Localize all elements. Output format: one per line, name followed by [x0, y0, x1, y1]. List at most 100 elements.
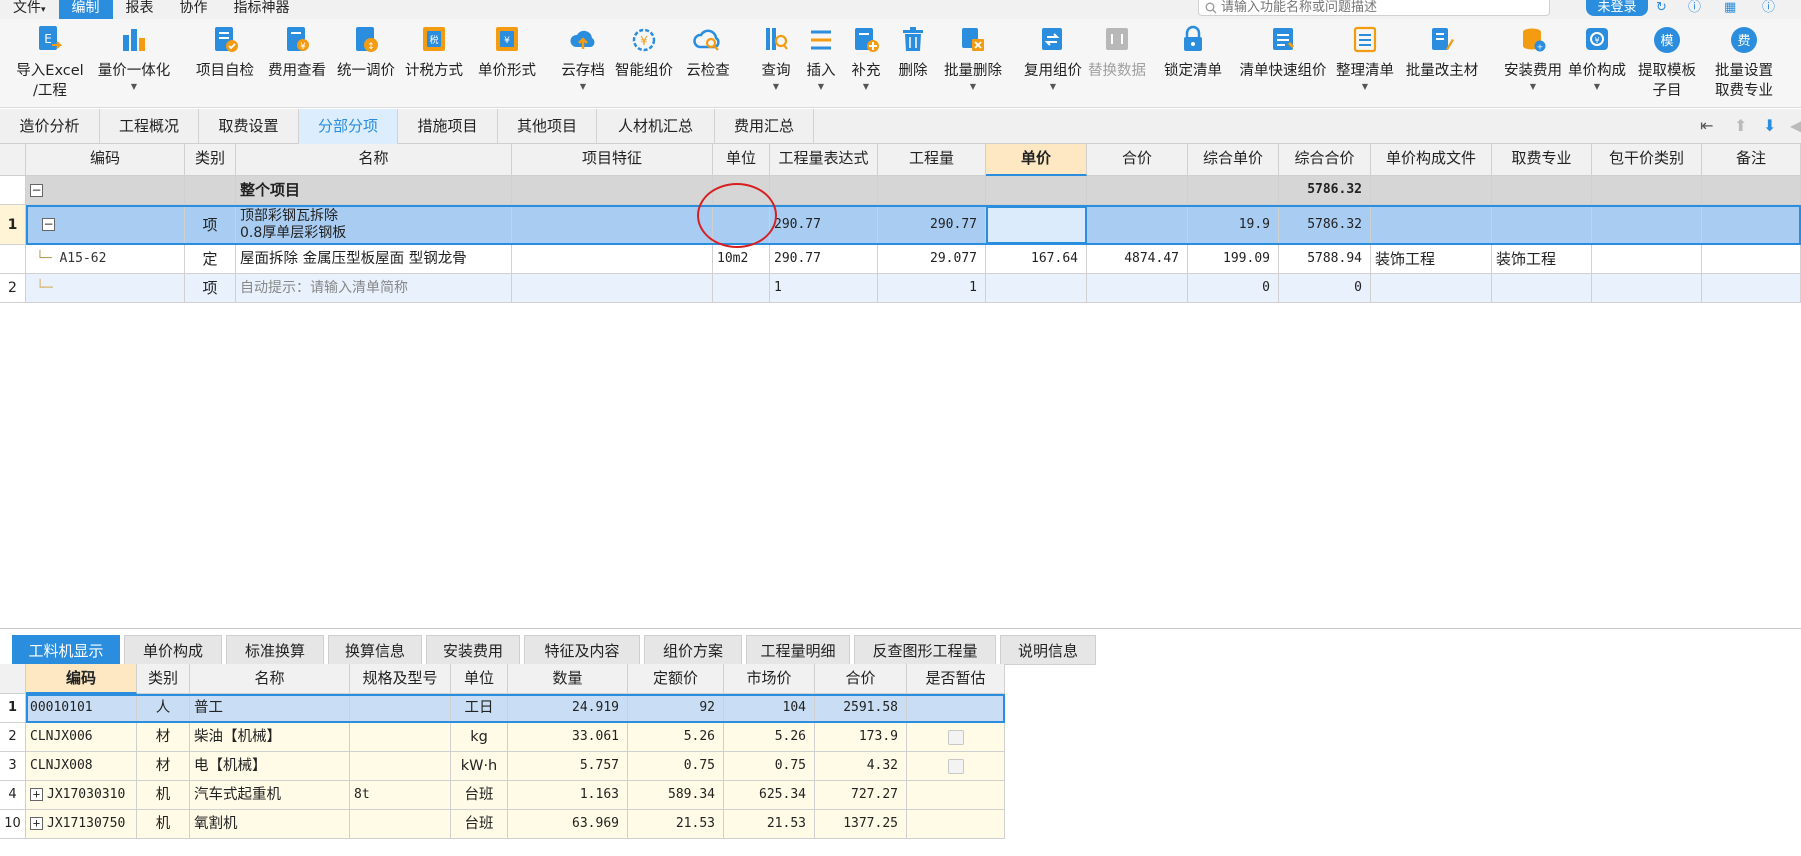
- row-expander[interactable]: −: [26, 205, 185, 245]
- lock-list-button[interactable]: 锁定清单: [1160, 25, 1226, 81]
- header-package-type[interactable]: 包干价类别: [1592, 144, 1702, 176]
- resource-total[interactable]: 173.9: [815, 723, 907, 752]
- resource-name[interactable]: 普工: [190, 694, 350, 723]
- resource-code[interactable]: + JX17030310: [26, 781, 137, 810]
- row-expression[interactable]: 1: [770, 274, 878, 303]
- resource-total[interactable]: 4.32: [815, 752, 907, 781]
- resource-name[interactable]: 柴油【机械】: [190, 723, 350, 752]
- header-quantity[interactable]: 工程量: [878, 144, 986, 176]
- cloud-check-button[interactable]: 云检查: [682, 25, 734, 81]
- row-price-file[interactable]: [1371, 205, 1492, 245]
- header-spec[interactable]: 规格及型号: [350, 664, 451, 694]
- tab-install-fee[interactable]: 安装费用: [426, 635, 520, 665]
- summary-expander[interactable]: −: [26, 176, 185, 205]
- row-package-type[interactable]: [1592, 205, 1702, 245]
- header-base-price[interactable]: 定额价: [628, 664, 724, 694]
- resource-qty[interactable]: 33.061: [508, 723, 628, 752]
- row-price-file[interactable]: [1371, 274, 1492, 303]
- table-row[interactable]: 2 └─ 项 自动提示：请输入清单简称 1 1 0 0: [0, 274, 1801, 303]
- organize-list-button[interactable]: 整理清单 ▼: [1332, 25, 1398, 91]
- tab-labor-material-summary[interactable]: 人材机汇总: [597, 109, 715, 144]
- resource-spec[interactable]: [350, 694, 451, 723]
- resource-name[interactable]: 氧割机: [190, 810, 350, 839]
- resource-total[interactable]: 2591.58: [815, 694, 907, 723]
- menu-edit[interactable]: 编制: [58, 0, 113, 19]
- extract-template-button[interactable]: 模 提取模板 子目: [1634, 25, 1700, 101]
- checkbox[interactable]: [947, 758, 964, 774]
- tab-measures[interactable]: 措施项目: [398, 109, 498, 144]
- resource-type[interactable]: 机: [137, 810, 190, 839]
- resource-provisional[interactable]: [907, 752, 1005, 781]
- header-price-file[interactable]: 单价构成文件: [1371, 144, 1492, 176]
- tab-cost-analysis[interactable]: 造价分析: [0, 109, 100, 144]
- header-code[interactable]: 编码: [26, 144, 185, 176]
- tab-standard-conversion[interactable]: 标准换算: [226, 635, 324, 665]
- row-unit-price[interactable]: 167.64: [986, 245, 1087, 274]
- row-unit[interactable]: [713, 205, 770, 245]
- tab-quantity-details[interactable]: 工程量明细: [746, 635, 850, 665]
- grid-apps-icon[interactable]: ▦: [1724, 1, 1736, 15]
- delete-button[interactable]: 删除: [893, 25, 933, 81]
- tab-features-content[interactable]: 特征及内容: [524, 635, 640, 665]
- expand-plus-icon[interactable]: +: [30, 788, 43, 801]
- resource-type[interactable]: 机: [137, 781, 190, 810]
- table-row[interactable]: 4 + JX17030310 机汽车式起重机 8t 台班 1.163 589.34 625.34…: [0, 781, 1005, 810]
- resource-base-price[interactable]: 92: [628, 694, 724, 723]
- resource-market-price[interactable]: 21.53: [724, 810, 815, 839]
- row-quantity[interactable]: 1: [878, 274, 986, 303]
- smart-price-button[interactable]: ¥ 智能组价: [612, 25, 676, 81]
- collapse-minus-icon[interactable]: −: [42, 217, 55, 231]
- resource-type[interactable]: 材: [137, 752, 190, 781]
- project-check-button[interactable]: 项目自检: [192, 25, 258, 81]
- header-qty[interactable]: 数量: [508, 664, 628, 694]
- row-price-file[interactable]: 装饰工程: [1371, 245, 1492, 274]
- menu-report[interactable]: 报表: [113, 0, 167, 19]
- resource-type[interactable]: 人: [137, 694, 190, 723]
- header-market-price[interactable]: 市场价: [724, 664, 815, 694]
- resource-base-price[interactable]: 5.26: [628, 723, 724, 752]
- row-code[interactable]: └─: [26, 274, 185, 303]
- header-name[interactable]: 名称: [190, 664, 350, 694]
- batch-main-material-button[interactable]: 批量改主材: [1402, 25, 1482, 81]
- header-unit[interactable]: 单位: [713, 144, 770, 176]
- tab-fee-summary[interactable]: 费用汇总: [715, 109, 814, 144]
- resource-provisional[interactable]: [907, 781, 1005, 810]
- header-expression[interactable]: 工程量表达式: [770, 144, 878, 176]
- header-unit[interactable]: 单位: [451, 664, 508, 694]
- row-package-type[interactable]: [1592, 245, 1702, 274]
- batch-delete-button[interactable]: 批量删除 ▼: [940, 25, 1006, 91]
- checkbox[interactable]: [947, 729, 964, 745]
- arrow-down-icon[interactable]: ⬇: [1763, 118, 1776, 134]
- row-fee-specialty[interactable]: [1492, 274, 1592, 303]
- row-note[interactable]: [1702, 205, 1801, 245]
- tax-method-button[interactable]: 税 计税方式: [401, 25, 467, 81]
- unified-adjust-button[interactable]: ↕ 统一调价: [334, 25, 398, 81]
- row-note[interactable]: [1702, 274, 1801, 303]
- row-code[interactable]: └─ A15-62: [26, 245, 185, 274]
- quantity-price-button[interactable]: 量价一体化 ▼: [94, 25, 174, 91]
- resource-unit[interactable]: 台班: [451, 781, 508, 810]
- tab-labor-material-display[interactable]: 工料机显示: [12, 635, 120, 665]
- row-unit[interactable]: [713, 274, 770, 303]
- resource-base-price[interactable]: 21.53: [628, 810, 724, 839]
- cloud-archive-button[interactable]: 云存档 ▼: [557, 25, 609, 91]
- resource-code[interactable]: CLNJX006: [26, 723, 137, 752]
- row-expression[interactable]: 290.77: [770, 205, 878, 245]
- install-fee-button[interactable]: + 安装费用 ▼: [1500, 25, 1566, 91]
- reuse-price-button[interactable]: 复用组价 ▼: [1020, 25, 1086, 91]
- import-excel-button[interactable]: E 导入Excel /工程: [16, 25, 84, 101]
- row-note[interactable]: [1702, 245, 1801, 274]
- resource-code[interactable]: 00010101: [26, 694, 137, 723]
- header-name[interactable]: 名称: [236, 144, 512, 176]
- row-feature[interactable]: [512, 274, 713, 303]
- help-icon[interactable]: ⓘ: [1688, 1, 1701, 15]
- arrow-up-icon[interactable]: ⬆: [1734, 118, 1747, 134]
- resource-base-price[interactable]: 0.75: [628, 752, 724, 781]
- info-icon[interactable]: ⓘ: [1762, 1, 1775, 15]
- resource-spec[interactable]: 8t: [350, 781, 451, 810]
- tab-fee-settings[interactable]: 取费设置: [199, 109, 299, 144]
- row-feature[interactable]: [512, 245, 713, 274]
- query-button[interactable]: 查询 ▼: [756, 25, 796, 91]
- header-amount[interactable]: 合价: [1087, 144, 1188, 176]
- unit-price-comp-button[interactable]: ¥ 单价构成 ▼: [1564, 25, 1630, 91]
